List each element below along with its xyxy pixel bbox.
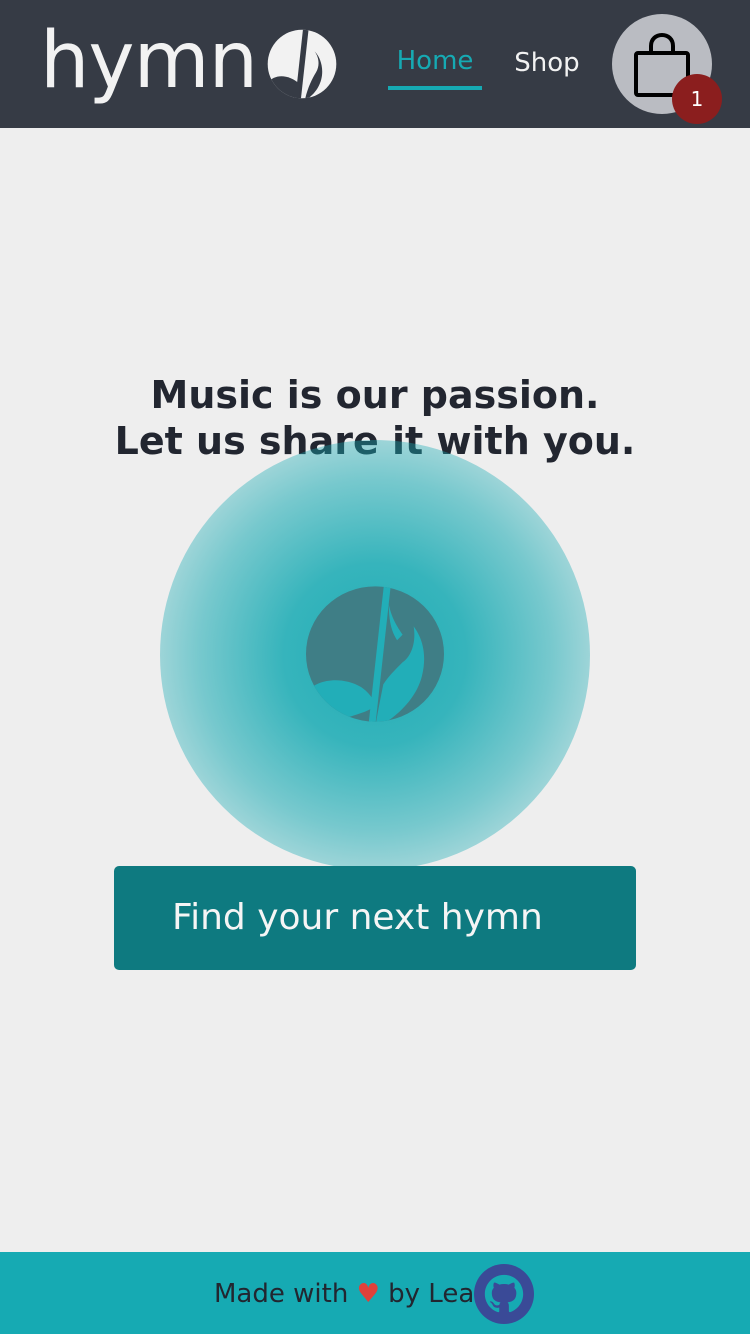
brand-wordmark[interactable]: hymn	[40, 16, 258, 106]
hero-heading-line-1: Music is our passion.	[150, 373, 600, 417]
find-hymn-button[interactable]: Find your next hymn	[114, 866, 636, 970]
music-note-logo-icon[interactable]	[267, 29, 337, 99]
header-bar: hymn Home Shop 1	[0, 0, 750, 128]
heart-icon: ♥	[356, 1279, 380, 1309]
nav-home-link[interactable]: Home	[388, 42, 482, 90]
nav-shop-link[interactable]: Shop	[508, 42, 586, 86]
cart-count-badge: 1	[672, 74, 722, 124]
footer-credit: Made with ♥ by Leau	[214, 1274, 491, 1314]
footer-bar: Made with ♥ by Leau	[0, 1252, 750, 1334]
music-note-logo-icon	[306, 586, 444, 722]
footer-made-with: Made with	[214, 1279, 349, 1309]
github-link[interactable]	[474, 1264, 534, 1324]
github-icon	[484, 1274, 524, 1313]
